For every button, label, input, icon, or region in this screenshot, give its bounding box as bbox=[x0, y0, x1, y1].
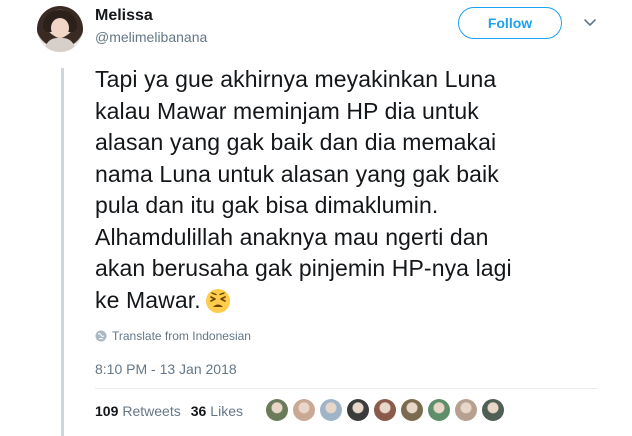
retweets-label: Retweets bbox=[122, 403, 181, 419]
tweet-line: akan berusaha gak pinjemin HP-nya lagi bbox=[95, 255, 512, 281]
translate-link[interactable]: Translate from Indonesian bbox=[95, 329, 251, 343]
likes-stat[interactable]: 36 Likes bbox=[191, 403, 243, 419]
translate-label[interactable]: Translate from Indonesian bbox=[112, 329, 251, 343]
globe-icon bbox=[95, 330, 107, 342]
follow-button[interactable]: Follow bbox=[458, 7, 562, 39]
liker-avatar[interactable] bbox=[482, 399, 504, 421]
liker-avatar[interactable] bbox=[401, 399, 423, 421]
user-handle[interactable]: @melimelibanana bbox=[95, 29, 207, 45]
user-name[interactable]: Melissa bbox=[95, 7, 153, 25]
tweet-line: kalau Mawar meminjam HP dia untuk bbox=[95, 97, 479, 124]
tweet-line-text: ke Mawar. bbox=[95, 286, 201, 313]
tweet-line: pula dan itu gak bisa dimaklumin. bbox=[95, 192, 439, 218]
liker-avatar[interactable] bbox=[266, 399, 288, 421]
liker-avatar[interactable] bbox=[374, 399, 396, 421]
tweet-line: alasan yang gak baik dan dia memakai bbox=[95, 129, 497, 155]
thread-line bbox=[61, 68, 64, 436]
liker-avatar[interactable] bbox=[347, 399, 369, 421]
liker-avatar[interactable] bbox=[293, 399, 315, 421]
avatar[interactable] bbox=[37, 6, 83, 52]
tweet-text: Tapi ya gue akhirnya meyakinkan Luna kal… bbox=[95, 64, 615, 316]
retweets-count: 109 bbox=[95, 403, 119, 419]
persevering-face-emoji-icon bbox=[205, 288, 230, 313]
likes-count: 36 bbox=[190, 403, 207, 419]
likes-label: Likes bbox=[210, 403, 243, 419]
avatar-body bbox=[45, 38, 75, 52]
tweet-line: nama Luna untuk alasan yang gak baik bbox=[95, 160, 499, 187]
tweet-line: Tapi ya gue akhirnya meyakinkan Luna bbox=[95, 66, 497, 92]
likers-avatars bbox=[266, 399, 504, 421]
divider bbox=[95, 388, 598, 389]
tweet-timestamp[interactable]: 8:10 PM - 13 Jan 2018 bbox=[95, 361, 237, 377]
liker-avatar[interactable] bbox=[320, 399, 342, 421]
tweet-stats: 109 Retweets 36 Likes bbox=[95, 403, 253, 419]
tweet-line: Alhamdulillah anaknya mau ngerti dan bbox=[95, 223, 489, 250]
liker-avatar[interactable] bbox=[455, 399, 477, 421]
tweet-line-last: ke Mawar. bbox=[95, 285, 615, 317]
liker-avatar[interactable] bbox=[428, 399, 450, 421]
retweets-stat[interactable]: 109 Retweets bbox=[95, 403, 181, 419]
avatar-face bbox=[51, 18, 69, 38]
chevron-down-icon[interactable] bbox=[582, 14, 598, 30]
